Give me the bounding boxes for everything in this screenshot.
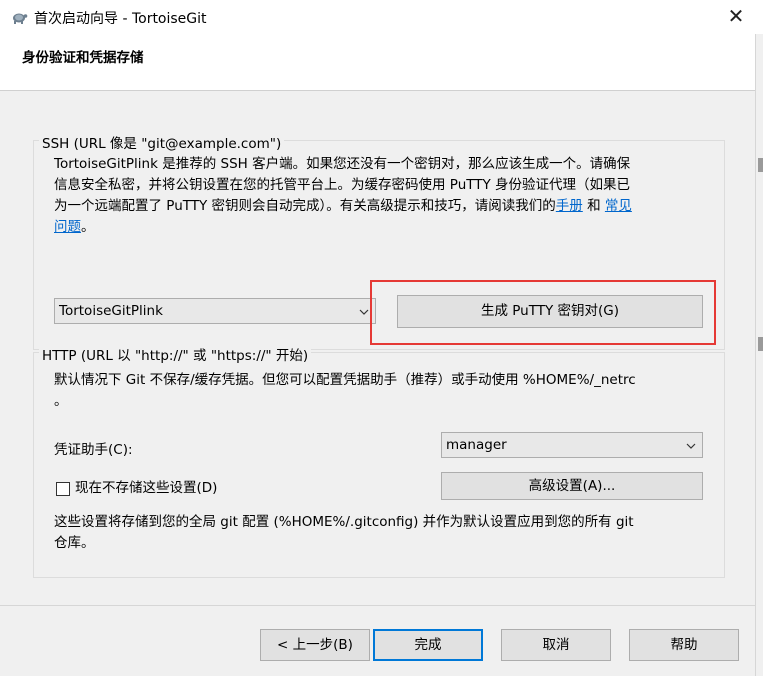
http-note-line: 仓库。 (54, 535, 95, 551)
help-button[interactable]: 帮助 (629, 629, 739, 661)
http-description: 默认情况下 Git 不保存/缓存凭据。但您可以配置凭据助手（推荐）或手动使用 %… (54, 370, 714, 412)
manual-link[interactable]: 手册 (556, 198, 583, 214)
ssh-description-text: 为一个远端配置了 PuTTY 密钥则会自动完成）。有关高级提示和技巧，请阅读我们… (54, 198, 556, 214)
wizard-header: 身份验证和凭据存储 (0, 34, 755, 91)
cancel-button[interactable]: 取消 (501, 629, 611, 661)
ssh-description-line: 为一个远端配置了 PuTTY 密钥则会自动完成）。有关高级提示和技巧，请阅读我们… (54, 196, 714, 217)
and-text: 和 (587, 198, 601, 214)
finish-button[interactable]: 完成 (373, 629, 483, 661)
credential-helper-select[interactable]: manager (441, 432, 703, 458)
http-group-title: HTTP (URL 以 "http://" 或 "https://" 开始) (39, 344, 312, 364)
footer-separator (0, 605, 755, 606)
window-title: 首次启动向导 - TortoiseGit (34, 11, 207, 27)
back-button[interactable]: < 上一步(B) (260, 629, 370, 661)
title-bar: 首次启动向导 - TortoiseGit ✕ (0, 0, 763, 34)
period-text: 。 (81, 219, 95, 235)
ssh-client-select[interactable]: TortoiseGitPlink (54, 298, 376, 324)
chevron-down-icon (686, 443, 696, 449)
close-button[interactable]: ✕ (713, 0, 759, 34)
dont-store-checkbox[interactable] (56, 482, 70, 496)
ssh-description: TortoiseGitPlink 是推荐的 SSH 客户端。如果您还没有一个密钥… (54, 154, 714, 238)
edge-marker (758, 337, 763, 351)
page-title: 身份验证和凭据存储 (22, 50, 144, 66)
faq-link[interactable]: 常见 (605, 198, 632, 214)
edge-marker (758, 158, 763, 172)
credential-helper-value: manager (446, 437, 507, 453)
http-description-line: 默认情况下 Git 不保存/缓存凭据。但您可以配置凭据助手（推荐）或手动使用 %… (54, 372, 636, 388)
http-description-line: 。 (54, 393, 68, 409)
advanced-settings-button[interactable]: 高级设置(A)... (441, 472, 703, 500)
ssh-description-line: 信息安全私密，并将公钥设置在您的托管平台上。为缓存密码使用 PuTTY 身份验证… (54, 177, 631, 193)
ssh-group-title: SSH (URL 像是 "git@example.com") (39, 132, 285, 152)
window-edge (755, 34, 763, 676)
close-icon: ✕ (727, 4, 745, 28)
chevron-down-icon (359, 309, 369, 315)
credential-helper-label: 凭证助手(C): (54, 442, 133, 458)
tortoise-icon (13, 13, 28, 24)
ssh-client-value: TortoiseGitPlink (59, 303, 163, 319)
dont-store-label[interactable]: 现在不存储这些设置(D) (75, 478, 217, 499)
ssh-description-line: 问题。 (54, 217, 714, 238)
http-note-line: 这些设置将存储到您的全局 git 配置 (%HOME%/.gitconfig) … (54, 514, 634, 530)
http-note: 这些设置将存储到您的全局 git 配置 (%HOME%/.gitconfig) … (54, 512, 714, 554)
highlight-annotation (370, 280, 716, 345)
ssh-description-line: TortoiseGitPlink 是推荐的 SSH 客户端。如果您还没有一个密钥… (54, 156, 631, 172)
faq-link-continued[interactable]: 问题 (54, 219, 81, 235)
